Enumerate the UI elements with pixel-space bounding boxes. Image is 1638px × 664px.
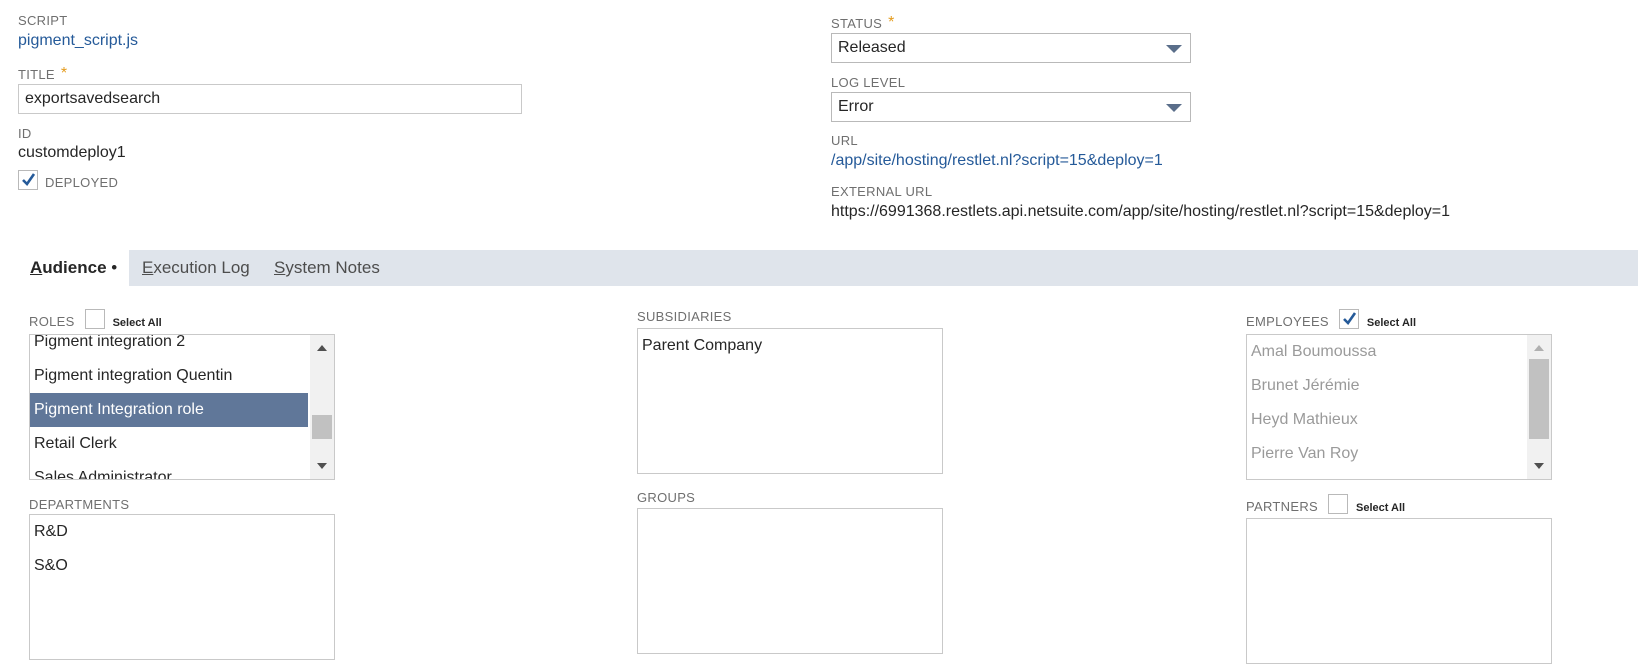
roles-listbox[interactable]: Pigment integration 2 Pigment integratio… — [29, 334, 335, 480]
list-item-selected[interactable]: Pigment Integration role — [30, 393, 308, 427]
subtab-bar — [18, 250, 1638, 286]
employees-select-all-label: Select All — [1366, 317, 1417, 329]
roles-header: ROLES Select All — [29, 309, 162, 329]
scroll-thumb — [1529, 359, 1549, 439]
title-label-text: TITLE — [18, 67, 55, 82]
roles-scrollbar[interactable] — [310, 335, 334, 479]
scroll-up-icon[interactable] — [317, 345, 327, 351]
external-url-label: EXTERNAL URL — [831, 184, 933, 199]
list-item: Heyd Mathieux — [1251, 411, 1358, 428]
subsidiaries-label: SUBSIDIARIES — [637, 309, 732, 324]
tab-system-notes-label: ystem Notes — [285, 258, 380, 277]
deployed-label: DEPLOYED — [45, 174, 119, 190]
log-level-select-value: Error — [838, 98, 874, 115]
list-item[interactable]: Sales Administrator — [30, 461, 308, 479]
log-level-label: LOG LEVEL — [831, 75, 906, 90]
roles-label: ROLES — [29, 314, 75, 329]
deployed-field: DEPLOYED — [18, 170, 118, 190]
groups-listbox[interactable] — [637, 508, 943, 654]
checkmark-icon — [22, 173, 36, 187]
chevron-down-icon — [1166, 45, 1182, 53]
partners-header: PARTNERS Select All — [1246, 494, 1405, 514]
required-marker: * — [60, 65, 68, 82]
log-level-select[interactable]: Error — [831, 92, 1191, 122]
employees-label: EMPLOYEES — [1246, 314, 1329, 329]
tab-execution-log[interactable]: Execution Log — [142, 250, 250, 286]
status-select[interactable]: Released — [831, 33, 1191, 63]
tab-system-notes-accel: S — [274, 258, 286, 277]
scroll-down-icon[interactable] — [317, 463, 327, 469]
tab-audience-marker: • — [106, 258, 118, 277]
partners-listbox[interactable] — [1246, 518, 1552, 664]
tab-system-notes[interactable]: System Notes — [274, 250, 380, 286]
list-item: Pierre Van Roy — [1251, 445, 1359, 462]
required-marker: * — [888, 14, 895, 31]
list-item[interactable]: Pigment integration Quentin — [30, 359, 308, 393]
partners-select-all-label: Select All — [1356, 502, 1406, 514]
tab-audience[interactable]: Audience • — [18, 250, 130, 286]
url-link[interactable]: /app/site/hosting/restlet.nl?script=15&d… — [831, 152, 1163, 170]
status-label: STATUS * — [831, 14, 895, 33]
script-link[interactable]: pigment_script.js — [18, 32, 138, 50]
departments-label: DEPARTMENTS — [29, 497, 130, 512]
title-input[interactable] — [18, 84, 522, 114]
tab-audience-label: udience — [42, 258, 107, 277]
partners-select-all-checkbox[interactable] — [1328, 494, 1348, 514]
subsidiaries-listbox[interactable]: Parent Company — [637, 328, 943, 474]
list-item[interactable]: R&D — [30, 515, 334, 549]
tab-execution-log-label: xecution Log — [153, 258, 250, 277]
chevron-down-icon — [1166, 104, 1182, 112]
deployed-checkbox[interactable] — [18, 170, 38, 190]
id-label: ID — [18, 126, 32, 141]
list-item[interactable]: Parent Company — [638, 329, 942, 363]
tab-execution-log-accel: E — [142, 258, 154, 277]
roles-select-all-checkbox[interactable] — [84, 309, 105, 329]
script-label: SCRIPT — [18, 13, 68, 28]
status-label-text: STATUS — [831, 16, 883, 31]
tab-audience-accel: A — [30, 258, 43, 277]
scroll-thumb[interactable] — [312, 415, 332, 439]
scroll-up-icon — [1534, 345, 1544, 351]
groups-label: GROUPS — [637, 490, 696, 505]
list-item[interactable]: S&O — [30, 549, 334, 583]
employees-header: EMPLOYEES Select All — [1246, 309, 1416, 329]
list-item[interactable]: Retail Clerk — [30, 427, 308, 461]
title-label: TITLE * — [18, 65, 68, 84]
scroll-down-icon — [1534, 463, 1544, 469]
status-select-value: Released — [838, 39, 906, 56]
partners-label: PARTNERS — [1246, 499, 1318, 514]
checkmark-icon — [1342, 312, 1356, 326]
url-label: URL — [831, 133, 858, 148]
employees-select-all-checkbox[interactable] — [1338, 309, 1359, 329]
list-item: Amal Boumoussa — [1251, 343, 1377, 360]
external-url-value: https://6991368.restlets.api.netsuite.co… — [831, 203, 1451, 220]
list-item[interactable]: Pigment integration 2 — [30, 335, 308, 359]
departments-listbox[interactable]: R&D S&O — [29, 514, 335, 660]
id-value: customdeploy1 — [18, 144, 126, 161]
employees-listbox[interactable]: Amal Boumoussa Brunet Jérémie Heyd Mathi… — [1246, 334, 1552, 480]
roles-select-all-label: Select All — [112, 317, 162, 329]
employees-scrollbar — [1527, 335, 1551, 479]
list-item: Brunet Jérémie — [1251, 377, 1360, 394]
